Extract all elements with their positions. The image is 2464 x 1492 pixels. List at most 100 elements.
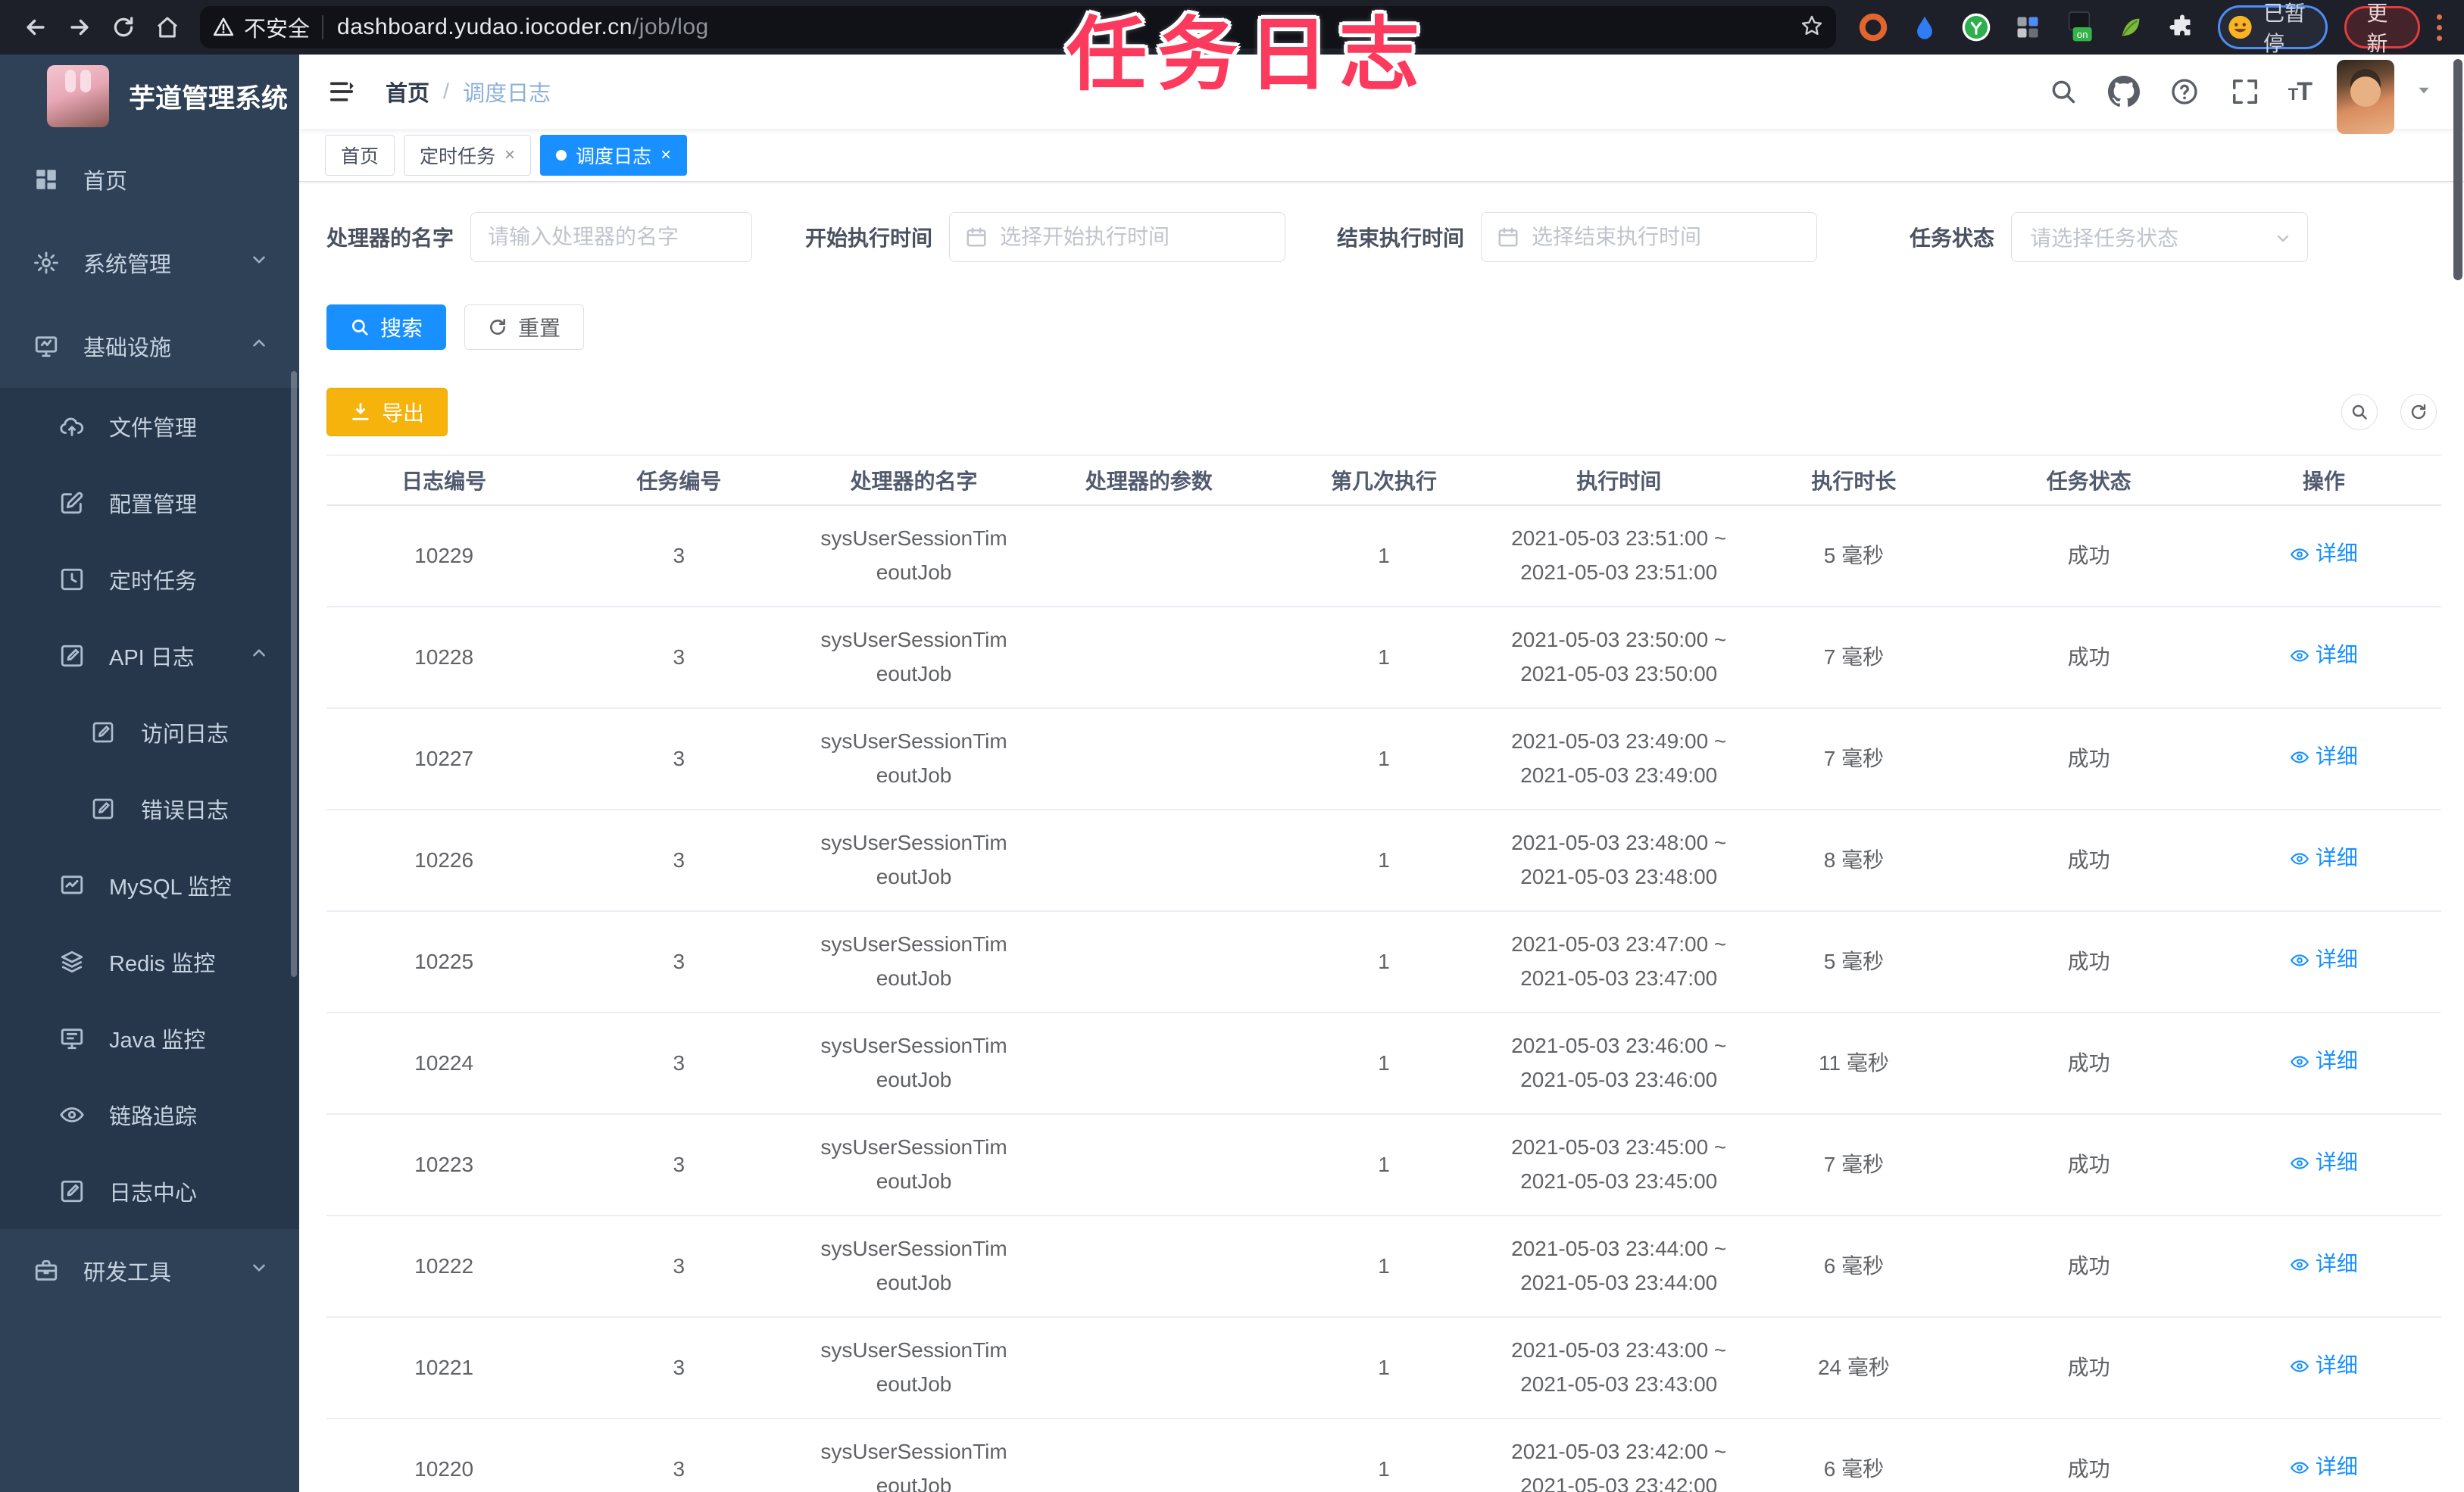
sidebar-item-infra[interactable]: 基础设施 [0, 304, 299, 388]
cell-actions: 详细 [2206, 740, 2441, 777]
detail-link[interactable]: 详细 [2290, 1247, 2358, 1281]
fullscreen-icon[interactable] [2228, 74, 2263, 109]
close-icon[interactable]: × [504, 145, 515, 164]
detail-link[interactable]: 详细 [2290, 841, 2358, 876]
sidebar-item-log-center[interactable]: 日志中心 [0, 1153, 299, 1229]
sidebar-item-system[interactable]: 系统管理 [0, 221, 299, 304]
cell-duration: 7 毫秒 [1823, 645, 1885, 669]
cell-handler-name: sysUserSessionTim eoutJob [820, 932, 1007, 990]
forward-icon[interactable] [58, 5, 101, 49]
page-scrollbar[interactable] [2453, 59, 2462, 280]
tab-scheduled-task[interactable]: 定时任务 × [404, 134, 532, 176]
export-button[interactable]: 导出 [326, 388, 448, 436]
sidebar-item-file-manage[interactable]: 文件管理 [0, 388, 299, 464]
tab-home[interactable]: 首页 [325, 134, 395, 176]
cell-status: 成功 [2067, 1456, 2110, 1481]
sidebar-item-redis-monitor[interactable]: Redis 监控 [0, 923, 299, 1000]
detail-link[interactable]: 详细 [2290, 1146, 2358, 1180]
cell-log-id: 10222 [414, 1253, 474, 1278]
start-time-input[interactable] [950, 225, 1285, 249]
caret-down-icon[interactable] [2414, 80, 2434, 104]
sidebar-item-label: Java 监控 [109, 1028, 206, 1053]
sidebar-item-scheduled-task[interactable]: 定时任务 [0, 541, 299, 617]
home-icon[interactable] [145, 5, 189, 49]
sidebar-item-dev-tools[interactable]: 研发工具 [0, 1229, 299, 1313]
detail-link[interactable]: 详细 [2290, 740, 2358, 774]
update-button[interactable]: 更新 [2344, 2, 2421, 55]
cell-exec-time: 2021-05-03 23:46:00 ~2021-05-03 23:46:00 [1511, 1034, 1727, 1091]
extension-green-circle-icon[interactable] [1960, 11, 1992, 43]
back-icon[interactable] [14, 5, 58, 49]
sidebar-item-access-log[interactable]: 访问日志 [0, 694, 299, 770]
sidebar-item-label: 访问日志 [141, 722, 230, 747]
sidebar-item-home[interactable]: 首页 [0, 138, 299, 221]
task-status-select[interactable]: 请选择任务状态 [2011, 212, 2309, 262]
help-icon[interactable] [2167, 74, 2202, 109]
update-label: 更新 [2366, 2, 2388, 55]
search-icon[interactable] [2046, 74, 2081, 109]
cell-exec-time: 2021-05-03 23:45:00 ~2021-05-03 23:45:00 [1511, 1135, 1727, 1193]
tab-job-log[interactable]: 调度日志 × [540, 134, 688, 176]
extension-on-badge-icon[interactable]: on [2063, 11, 2095, 43]
sidebar-item-java-monitor[interactable]: Java 监控 [0, 1000, 299, 1076]
reset-button[interactable]: 重置 [464, 304, 585, 350]
cell-status: 成功 [2067, 543, 2110, 567]
detail-link[interactable]: 详细 [2290, 1450, 2358, 1484]
extension-grid-icon[interactable] [2012, 11, 2044, 43]
puzzle-icon[interactable] [2166, 11, 2198, 43]
handler-name-input-wrap [470, 212, 753, 262]
detail-link[interactable]: 详细 [2290, 1349, 2358, 1383]
end-time-input[interactable] [1482, 225, 1817, 249]
detail-link[interactable]: 详细 [2290, 1044, 2358, 1078]
cell-job-id: 3 [673, 1253, 685, 1278]
cell-exec-index: 1 [1378, 1253, 1390, 1278]
sidebar-item-config-manage[interactable]: 配置管理 [0, 464, 299, 541]
sidebar-fold-icon[interactable] [325, 75, 358, 108]
eye-icon [2290, 950, 2309, 970]
eye-icon [2290, 1052, 2309, 1072]
sidebar-item-trace[interactable]: 链路追踪 [0, 1076, 299, 1153]
url-text: dashboard.yudao.iocoder.cn/job/log [337, 14, 709, 39]
cell-log-id: 10226 [414, 847, 474, 872]
extension-drop-icon[interactable] [1909, 11, 1941, 43]
refresh-table-icon[interactable] [2400, 394, 2437, 430]
detail-link[interactable]: 详细 [2290, 638, 2358, 673]
bookmark-star-icon[interactable] [1800, 14, 1824, 42]
handler-name-input[interactable] [471, 225, 752, 249]
warning-icon [213, 17, 234, 36]
search-button[interactable]: 搜索 [326, 304, 447, 350]
cell-exec-index: 1 [1378, 1355, 1390, 1379]
font-size-icon[interactable]: TT [2288, 77, 2313, 107]
cell-duration: 6 毫秒 [1823, 1253, 1885, 1278]
github-icon[interactable] [2106, 74, 2141, 109]
avatar[interactable] [2337, 60, 2394, 134]
detail-link[interactable]: 详细 [2290, 537, 2358, 571]
extension-shield-icon[interactable] [1857, 11, 1889, 43]
reload-icon[interactable] [101, 5, 145, 49]
menu-kebab-icon[interactable] [2428, 14, 2450, 41]
cell-exec-time: 2021-05-03 23:49:00 ~2021-05-03 23:49:00 [1511, 729, 1727, 787]
security-chip[interactable]: 不安全 [212, 11, 310, 43]
sidebar-item-error-log[interactable]: 错误日志 [0, 770, 299, 847]
detail-link[interactable]: 详细 [2290, 943, 2358, 977]
chevron-down-icon [249, 250, 269, 276]
gear-icon [33, 250, 59, 276]
breadcrumb-home[interactable]: 首页 [386, 76, 429, 108]
cell-duration: 8 毫秒 [1823, 847, 1885, 872]
toggle-search-icon[interactable] [2341, 394, 2378, 430]
tags-view-bar: 首页 定时任务 × 调度日志 × [299, 129, 2464, 182]
table-body: 10229 3 sysUserSessionTim eoutJob 1 2021-… [326, 506, 2441, 1492]
extension-leaf-icon[interactable] [2115, 11, 2147, 43]
sidebar-item-mysql-monitor[interactable]: MySQL 监控 [0, 847, 299, 923]
cell-duration: 24 毫秒 [1817, 1355, 1890, 1379]
sidebar-item-label: 错误日志 [141, 798, 230, 823]
sidebar-scrollbar[interactable] [291, 371, 297, 977]
sidebar-item-label: 日志中心 [109, 1181, 198, 1206]
sidebar-item-api-log[interactable]: API 日志 [0, 617, 299, 694]
app-logo-row[interactable]: 芋道管理系统 [0, 55, 299, 138]
account-paused-badge[interactable]: 已暂停 [2218, 2, 2328, 55]
edit-square-icon [59, 490, 85, 516]
address-bar[interactable]: 不安全 dashboard.yudao.iocoder.cn/job/log [200, 6, 1836, 48]
chevron-down-icon [249, 1258, 269, 1284]
close-icon[interactable]: × [661, 145, 671, 164]
